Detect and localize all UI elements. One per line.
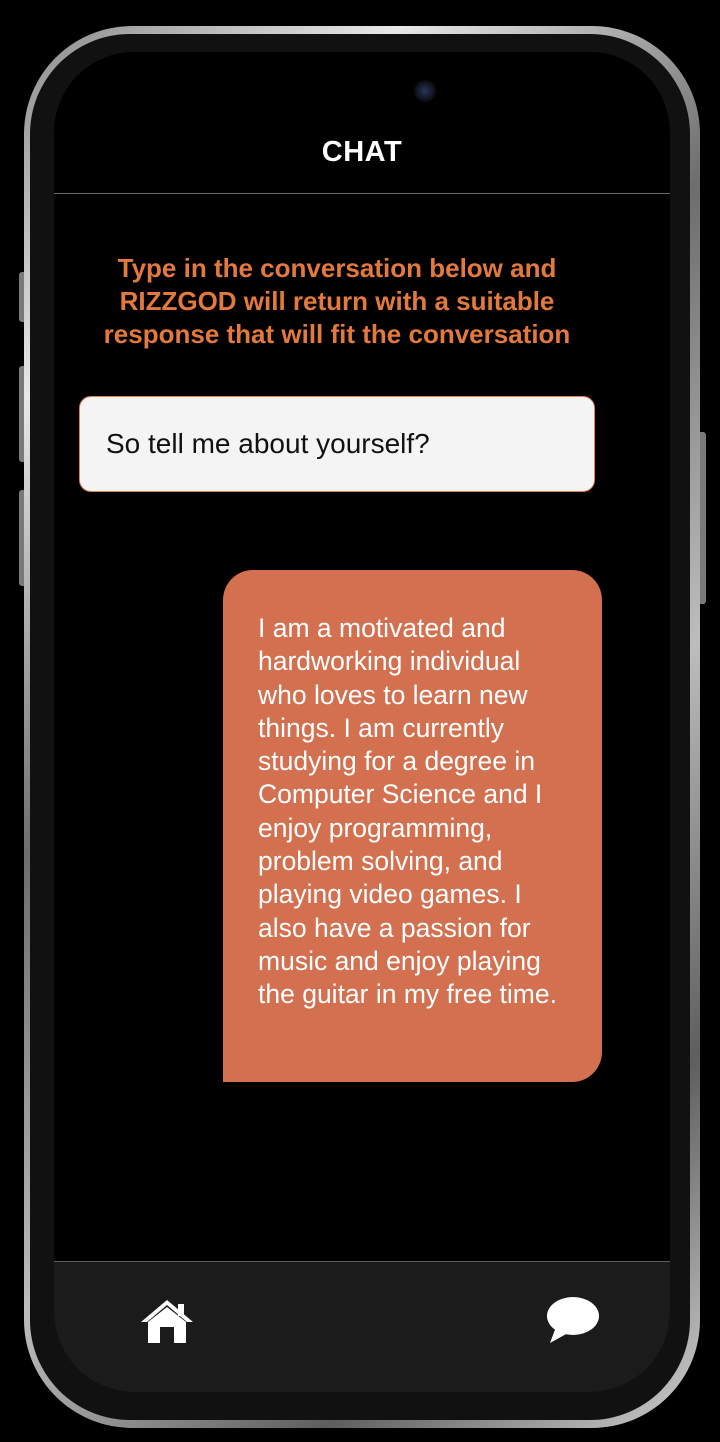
bottom-nav (54, 1262, 670, 1392)
response-text: I am a motivated and hardworking individ… (258, 613, 557, 1010)
home-icon (141, 1300, 193, 1343)
app-screen: CHAT Type in the conversation below and … (54, 52, 670, 1392)
front-camera (414, 80, 436, 102)
conversation-input-value: So tell me about yourself? (106, 428, 430, 459)
chat-bubble-icon (547, 1297, 599, 1343)
page-title: CHAT (321, 136, 403, 168)
header-divider (54, 193, 670, 194)
instructions-text: Type in the conversation below and RIZZG… (103, 253, 571, 349)
home-nav-button[interactable] (140, 1298, 194, 1344)
power-button (700, 432, 706, 604)
chat-nav-button[interactable] (546, 1296, 600, 1346)
response-bubble: I am a motivated and hardworking individ… (223, 570, 602, 1082)
conversation-input[interactable]: So tell me about yourself? (79, 396, 595, 492)
